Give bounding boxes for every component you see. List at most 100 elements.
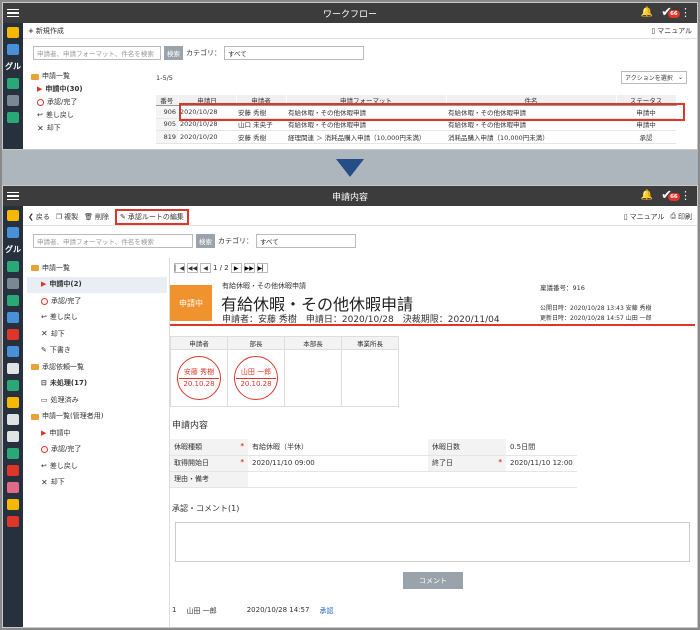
tree-item[interactable]: ↩ 差し戻し bbox=[27, 458, 167, 475]
nav-group-label[interactable]: グル bbox=[5, 244, 21, 255]
play-icon: ▶ bbox=[37, 85, 43, 93]
first-page-button[interactable]: ▏◀ bbox=[174, 263, 185, 273]
search-input[interactable]: 申請者、申請フォーマット、件名を検索 bbox=[33, 234, 193, 248]
envelope-icon[interactable] bbox=[7, 482, 19, 493]
tree-item-label: 申請一覧 bbox=[42, 263, 70, 272]
home-icon[interactable] bbox=[7, 27, 19, 38]
circle-icon bbox=[41, 297, 48, 305]
report-icon[interactable] bbox=[7, 431, 19, 442]
tree-item[interactable]: 承認依頼一覧 bbox=[27, 359, 167, 376]
pager: ▏◀ ◀◀ ◀ 1 / 2 ▶ ▶▶ ▶▏ bbox=[174, 263, 268, 273]
hamburger-menu-icon[interactable] bbox=[7, 189, 19, 203]
tree-item[interactable]: 承認/完了 bbox=[27, 293, 167, 310]
new-button[interactable]: + 新規作成 bbox=[28, 26, 64, 36]
headset-icon[interactable] bbox=[7, 516, 19, 527]
table-cell: 安藤 秀樹 bbox=[236, 130, 286, 144]
comment-button[interactable]: コメント bbox=[403, 572, 463, 589]
tree-item[interactable]: ▭ 処理済み bbox=[27, 392, 167, 409]
table-row[interactable]: 819 2020/10/20 安藤 秀樹 経理関連 ＞ 消耗品購入申請（10,000円… bbox=[156, 130, 676, 144]
hamburger-menu-icon[interactable] bbox=[7, 6, 19, 20]
tree-item[interactable]: 承認/完了 bbox=[27, 442, 167, 459]
tree-item[interactable]: ↩ 差し戻し bbox=[27, 310, 167, 327]
prev-page-button[interactable]: ◀ bbox=[200, 263, 211, 273]
print-button[interactable]: ⎙ 印刷 bbox=[670, 212, 692, 222]
flag-icon[interactable] bbox=[7, 465, 19, 476]
calendar-icon[interactable] bbox=[7, 95, 19, 106]
home-icon[interactable] bbox=[7, 210, 19, 221]
gift-icon[interactable] bbox=[7, 397, 19, 408]
return-icon: ↩ bbox=[41, 461, 47, 470]
more-menu-icon[interactable]: ⋮ bbox=[680, 6, 691, 19]
folder-icon[interactable] bbox=[7, 499, 19, 510]
search-button[interactable]: 検索 bbox=[196, 234, 215, 248]
stamp-date: 20.10.28 bbox=[240, 379, 272, 388]
check-icon[interactable] bbox=[7, 112, 19, 123]
category-select[interactable]: すべて bbox=[256, 234, 356, 248]
bell-icon[interactable]: 🔔 bbox=[641, 190, 653, 201]
tree-item[interactable]: 承認/完了 bbox=[31, 96, 83, 109]
manual-button[interactable]: ▯ マニュアル bbox=[651, 26, 692, 36]
bell-icon[interactable]: 🔔 bbox=[641, 7, 653, 18]
mail-icon[interactable] bbox=[7, 329, 19, 340]
comment-textarea[interactable] bbox=[175, 522, 690, 562]
toolbar: + 新規作成 ▯ マニュアル bbox=[23, 23, 697, 39]
tree-item[interactable]: ▶ 申請中(30) bbox=[31, 83, 83, 96]
check-icon[interactable] bbox=[7, 295, 19, 306]
tree-item[interactable]: 申請一覧 bbox=[27, 260, 167, 277]
board-icon[interactable] bbox=[7, 346, 19, 357]
workflow-list-panel: ワークフロー 🔔 ✔ 66 ⋮ グル + 新規作成 ▯ マニュアル 申請者、申請フォー… bbox=[2, 2, 698, 150]
tree-item[interactable]: ✎ 下書き bbox=[27, 343, 167, 360]
play-icon: ▶ bbox=[41, 280, 47, 289]
search-input[interactable]: 申請者、申請フォーマット、件名を検索 bbox=[33, 46, 161, 60]
copy-button[interactable]: ❐ 複製 bbox=[56, 212, 78, 222]
back-button[interactable]: ❮ 戻る bbox=[28, 212, 50, 222]
tree-item[interactable]: 申請一覧 bbox=[31, 70, 83, 83]
database-icon[interactable] bbox=[7, 227, 19, 238]
todo-check-icon[interactable]: ✔ 66 bbox=[661, 188, 680, 203]
tree-item[interactable]: ▶ 申請中 bbox=[27, 425, 167, 442]
required-mark: * bbox=[240, 458, 244, 466]
todo-check-icon[interactable]: ✔ 66 bbox=[661, 5, 680, 20]
back-label: 戻る bbox=[35, 212, 50, 221]
list-icon[interactable] bbox=[7, 380, 19, 391]
history-action[interactable]: 承認 bbox=[319, 606, 333, 616]
next-page-button[interactable]: ▶ bbox=[230, 263, 242, 273]
chat-icon[interactable] bbox=[7, 312, 19, 323]
history-user: 山田 一郎 bbox=[186, 607, 217, 615]
calendar-icon[interactable] bbox=[7, 278, 19, 289]
stamp-name: 安藤 秀樹 bbox=[183, 368, 215, 376]
tree-item[interactable]: ✕ 却下 bbox=[27, 326, 167, 343]
nav-group-label[interactable]: グル bbox=[5, 61, 21, 72]
database-icon[interactable] bbox=[7, 44, 19, 55]
pie-chart-icon[interactable] bbox=[7, 448, 19, 459]
book-icon: ▯ bbox=[651, 26, 656, 35]
column-header[interactable]: 番号 bbox=[156, 95, 179, 106]
tree-item[interactable]: ↩ 差し戻し bbox=[31, 109, 83, 122]
manual-button[interactable]: ▯ マニュアル bbox=[624, 212, 665, 222]
tree-item[interactable]: ⊟ 未処理(17) bbox=[27, 376, 167, 393]
search-button[interactable]: 検索 bbox=[164, 46, 183, 60]
tree-item[interactable]: ✕ 却下 bbox=[27, 475, 167, 492]
category-select[interactable]: すべて bbox=[224, 46, 364, 60]
tree-item-label: 承認/完了 bbox=[51, 445, 82, 454]
prev-fast-button[interactable]: ◀◀ bbox=[187, 263, 198, 273]
chevron-right-icon[interactable] bbox=[7, 261, 19, 272]
edit-route-button[interactable]: ✎ 承認ルートの編集 bbox=[115, 208, 189, 225]
last-page-button[interactable]: ▶▏ bbox=[256, 263, 268, 273]
file-icon[interactable] bbox=[7, 414, 19, 425]
inbox-icon: ⊟ bbox=[41, 379, 47, 388]
document-icon[interactable] bbox=[7, 363, 19, 374]
tree-item-label: 却下 bbox=[46, 124, 61, 132]
next-fast-button[interactable]: ▶▶ bbox=[243, 263, 255, 273]
notification-badge: 66 bbox=[668, 10, 680, 18]
chevron-right-icon[interactable] bbox=[7, 78, 19, 89]
tree-item[interactable]: ▶ 申請中(2) bbox=[27, 276, 167, 293]
more-menu-icon[interactable]: ⋮ bbox=[680, 189, 691, 202]
folder-icon bbox=[31, 413, 39, 420]
tree-item[interactable]: ✕ 却下 bbox=[31, 122, 83, 135]
delete-button[interactable]: 🗑 削除 bbox=[84, 212, 109, 222]
tree-item-label: 差し戻し bbox=[49, 313, 78, 322]
action-select[interactable]: アクションを選択 ⌄ bbox=[621, 71, 687, 84]
updated-info: 更新日時：2020/10/28 14:57 山田 一郎 bbox=[540, 315, 652, 322]
tree-item[interactable]: 申請一覧(管理者用) bbox=[27, 409, 167, 426]
